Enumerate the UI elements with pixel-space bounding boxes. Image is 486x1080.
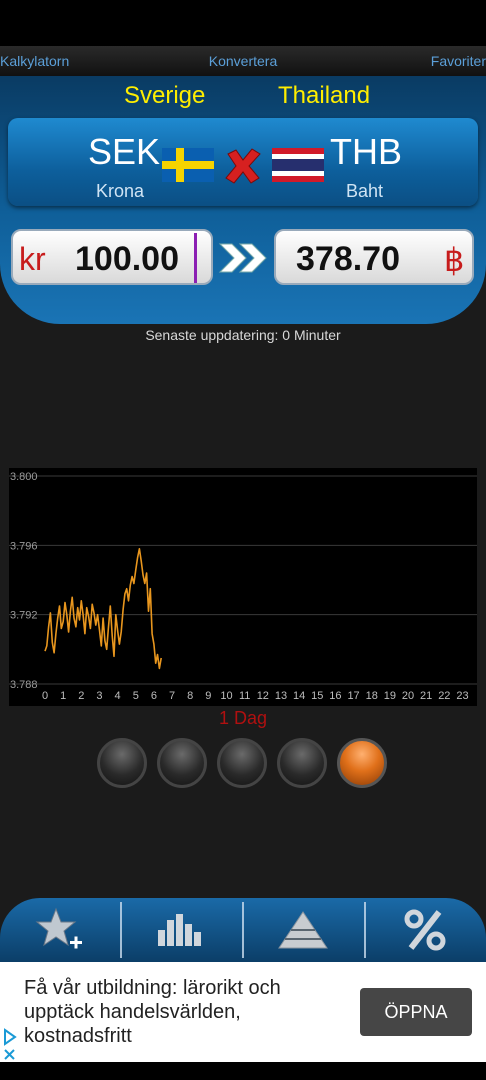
text-cursor (194, 233, 197, 283)
to-currency-symbol: ฿ (444, 242, 465, 278)
sweden-flag-icon[interactable] (162, 148, 214, 182)
period-button-2[interactable] (157, 738, 207, 788)
ad-banner[interactable]: Få vår utbildning: lärorikt och upptäck … (0, 962, 486, 1062)
chart-x-tick-label: 10 (220, 690, 232, 702)
percent-button[interactable] (365, 898, 485, 962)
chart-x-tick-label: 15 (311, 690, 323, 702)
from-amount-field[interactable]: kr 100.00 (11, 229, 213, 285)
chart-x-tick-label: 5 (133, 690, 139, 702)
top-tab-bar: Kalkylatorn Konvertera Favoriter (0, 46, 486, 77)
rate-history-chart[interactable]: 3.7883.7923.7963.8000 1 2 3 4 5 6 7 8 9 10 11 12 13 14… (9, 468, 477, 706)
ad-choices-icon[interactable] (2, 1028, 18, 1062)
chart-y-tick-label: 3.788 (10, 679, 38, 691)
to-country[interactable]: Thailand (278, 82, 370, 110)
chart-x-tick-label: 9 (205, 690, 211, 702)
swap-icon[interactable] (222, 146, 264, 186)
star-plus-icon (35, 907, 82, 949)
chart-button[interactable] (121, 898, 241, 962)
last-update-text: Senaste uppdatering: 0 Minuter (145, 327, 341, 343)
chart-background (9, 468, 477, 706)
chart-y-tick-label: 3.800 (10, 471, 38, 483)
system-nav-bar (0, 1062, 486, 1080)
from-currency-name: Krona (96, 181, 145, 201)
convert-arrow-icon (218, 243, 267, 273)
chart-x-tick-label: 0 (42, 690, 48, 702)
thailand-flag-icon[interactable] (272, 148, 324, 182)
to-amount-value: 378.70 (296, 240, 400, 278)
chart-x-tick-label: 18 (366, 690, 378, 702)
from-country[interactable]: Sverige (124, 82, 205, 110)
to-amount-field[interactable]: 378.70 ฿ (274, 229, 474, 285)
chart-x-tick-label: 3 (96, 690, 102, 702)
chart-y-tick-label: 3.796 (10, 540, 38, 552)
ad-text: Få vår utbildning: lärorikt och upptäck … (24, 977, 281, 1047)
pyramid-button[interactable] (243, 898, 363, 962)
chart-y-tick-label: 3.792 (10, 610, 38, 622)
status-bar (0, 0, 486, 46)
pyramid-icon (278, 911, 328, 949)
chart-x-tick-label: 4 (115, 690, 121, 702)
chart-x-tick-label: 2 (78, 690, 84, 702)
chart-x-tick-label: 12 (257, 690, 269, 702)
period-label: 1 Dag (218, 708, 268, 728)
chart-x-tick-label: 21 (420, 690, 432, 702)
from-currency-symbol: kr (19, 241, 46, 277)
tab-convert[interactable]: Konvertera (0, 53, 486, 69)
period-button-1[interactable] (97, 738, 147, 788)
bar-chart-icon (158, 914, 201, 946)
chart-x-tick-label: 17 (347, 690, 359, 702)
from-amount-value: 100.00 (75, 240, 179, 278)
chart-x-tick-label: 7 (169, 690, 175, 702)
chart-x-tick-label: 20 (402, 690, 414, 702)
chart-x-tick-label: 16 (329, 690, 341, 702)
chart-x-tick-label: 11 (239, 690, 250, 702)
period-button-4[interactable] (277, 738, 327, 788)
period-button-3[interactable] (217, 738, 267, 788)
favorites-button[interactable] (0, 898, 120, 962)
chart-x-tick-label: 6 (151, 690, 157, 702)
chart-x-tick-label: 1 (60, 690, 66, 702)
from-currency-code[interactable]: SEK (88, 131, 160, 173)
chart-x-tick-label: 19 (384, 690, 396, 702)
chart-x-tick-label: 13 (275, 690, 287, 702)
chart-x-tick-label: 22 (438, 690, 450, 702)
tab-favorites[interactable]: Favoriter (431, 53, 486, 69)
to-currency-code[interactable]: THB (330, 131, 402, 173)
chart-x-tick-label: 14 (293, 690, 305, 702)
to-currency-name: Baht (346, 181, 384, 201)
percent-icon (404, 909, 446, 951)
bottom-toolbar (0, 898, 486, 962)
ad-open-button[interactable]: ÖPPNA (360, 988, 472, 1036)
period-button-1-day[interactable] (337, 738, 387, 788)
chart-x-tick-label: 8 (187, 690, 193, 702)
chart-x-tick-label: 23 (456, 690, 468, 702)
